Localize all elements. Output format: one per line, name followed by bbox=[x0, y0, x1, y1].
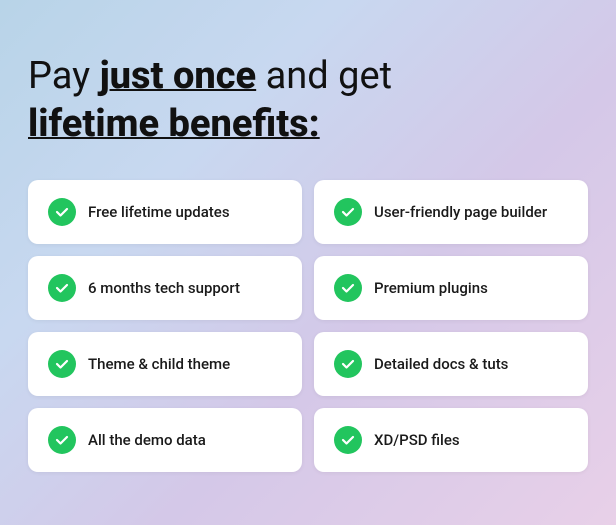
just-once-text: just once bbox=[100, 54, 257, 98]
benefit-label-user-friendly-builder: User-friendly page builder bbox=[374, 203, 547, 221]
check-icon bbox=[48, 274, 76, 302]
check-icon bbox=[48, 350, 76, 378]
benefit-card-child-theme: Theme & child theme bbox=[28, 332, 302, 396]
benefit-card-xd-psd: XD/PSD files bbox=[314, 408, 588, 472]
headline-text: Pay just once and get lifetime benefits: bbox=[28, 53, 588, 148]
check-icon bbox=[334, 350, 362, 378]
benefit-card-tech-support: 6 months tech support bbox=[28, 256, 302, 320]
check-icon bbox=[334, 198, 362, 226]
check-icon bbox=[334, 274, 362, 302]
benefit-card-premium-plugins: Premium plugins bbox=[314, 256, 588, 320]
main-container: Pay just once and get lifetime benefits:… bbox=[28, 33, 588, 492]
benefit-card-free-updates: Free lifetime updates bbox=[28, 180, 302, 244]
benefit-label-tech-support: 6 months tech support bbox=[88, 279, 240, 297]
benefit-label-xd-psd: XD/PSD files bbox=[374, 431, 460, 449]
benefit-card-detailed-docs: Detailed docs & tuts bbox=[314, 332, 588, 396]
benefit-card-demo-data: All the demo data bbox=[28, 408, 302, 472]
check-icon bbox=[48, 198, 76, 226]
benefit-label-premium-plugins: Premium plugins bbox=[374, 279, 488, 297]
benefit-label-free-updates: Free lifetime updates bbox=[88, 203, 230, 221]
check-icon bbox=[334, 426, 362, 454]
benefit-label-child-theme: Theme & child theme bbox=[88, 355, 230, 373]
headline-section: Pay just once and get lifetime benefits: bbox=[28, 53, 588, 148]
benefit-label-demo-data: All the demo data bbox=[88, 431, 206, 449]
benefit-label-detailed-docs: Detailed docs & tuts bbox=[374, 355, 508, 373]
check-icon bbox=[48, 426, 76, 454]
lifetime-benefits-text: lifetime benefits: bbox=[28, 101, 588, 149]
benefit-card-user-friendly-builder: User-friendly page builder bbox=[314, 180, 588, 244]
benefits-grid: Free lifetime updates User-friendly page… bbox=[28, 180, 588, 472]
